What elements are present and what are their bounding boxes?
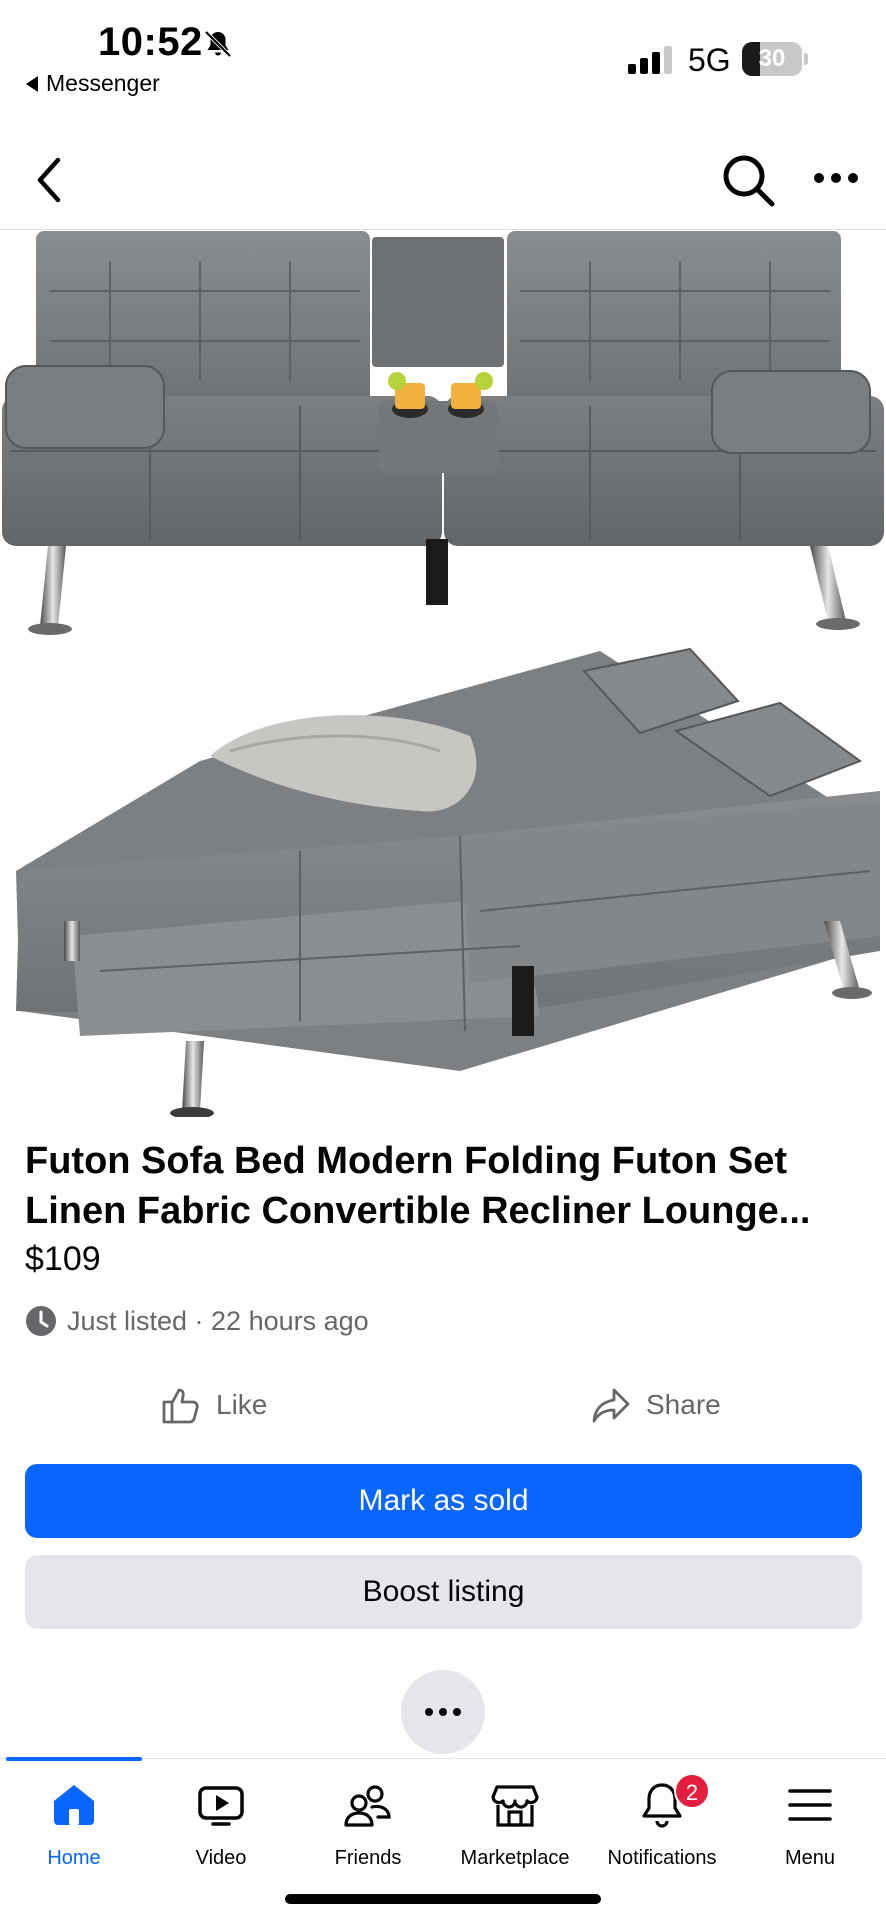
cellular-signal-icon [628, 46, 672, 74]
share-button[interactable]: Share [590, 1380, 721, 1430]
back-to-app-link[interactable]: Messenger [26, 70, 160, 97]
more-options-button[interactable] [401, 1670, 485, 1754]
tab-marketplace[interactable]: Marketplace [441, 1779, 589, 1879]
share-label: Share [646, 1389, 721, 1420]
active-tab-indicator [6, 1757, 142, 1761]
tab-video-label: Video [195, 1847, 247, 1869]
like-button[interactable]: Like [160, 1380, 267, 1430]
bell-slash-icon [204, 30, 232, 58]
back-app-label: Messenger [46, 70, 160, 96]
marketplace-icon [491, 1785, 539, 1827]
video-icon [198, 1786, 244, 1826]
tab-friends[interactable]: Friends [294, 1779, 442, 1879]
listed-text: Just listed · 22 hours ago [67, 1305, 369, 1336]
listing-title-line-2: Linen Fabric Convertible Recliner Lounge… [25, 1190, 811, 1232]
like-label: Like [216, 1389, 268, 1420]
mark-as-sold-button[interactable]: Mark as sold [25, 1464, 862, 1538]
menu-icon [788, 1789, 832, 1821]
search-icon[interactable] [718, 150, 778, 210]
home-icon [54, 1785, 94, 1825]
tab-home-label: Home [47, 1847, 101, 1869]
futon-image [2, 231, 884, 1117]
battery-icon: 30 [742, 42, 808, 76]
listing-title-line-1: Futon Sofa Bed Modern Folding Futon Set [25, 1140, 788, 1182]
chevron-left-icon[interactable] [30, 154, 70, 206]
network-type: 5G [688, 42, 731, 78]
tab-home[interactable]: Home [0, 1779, 148, 1879]
friends-icon [344, 1785, 391, 1827]
tab-notifications[interactable]: 2 Notifications [588, 1773, 736, 1879]
thumbs-up-icon [162, 1388, 199, 1424]
share-arrow-icon [592, 1388, 630, 1423]
listing-time: Just listed · 22 hours ago [25, 1305, 369, 1337]
home-indicator [285, 1894, 601, 1904]
nav-header [0, 130, 886, 230]
back-triangle-icon [26, 75, 38, 92]
clock-icon [26, 1306, 56, 1336]
tab-menu-label: Menu [784, 1847, 836, 1869]
listing-title: Futon Sofa Bed Modern Folding Futon Set … [25, 1136, 861, 1236]
listing-photo[interactable] [0, 231, 886, 1117]
more-horizontal-icon[interactable] [812, 166, 860, 190]
battery-percent: 30 [758, 45, 786, 72]
tab-notifications-label: Notifications [607, 1847, 717, 1869]
notification-badge: 2 [674, 1773, 710, 1809]
tab-marketplace-label: Marketplace [460, 1847, 570, 1869]
tab-menu[interactable]: Menu [736, 1779, 884, 1879]
status-bar: 10:52 Messenger 5G 30 [0, 0, 886, 110]
status-time: 10:52 [98, 20, 203, 64]
listing-price: $109 [25, 1240, 101, 1278]
boost-listing-button[interactable]: Boost listing [25, 1555, 862, 1629]
tab-friends-label: Friends [334, 1847, 402, 1869]
tab-video[interactable]: Video [147, 1779, 295, 1879]
